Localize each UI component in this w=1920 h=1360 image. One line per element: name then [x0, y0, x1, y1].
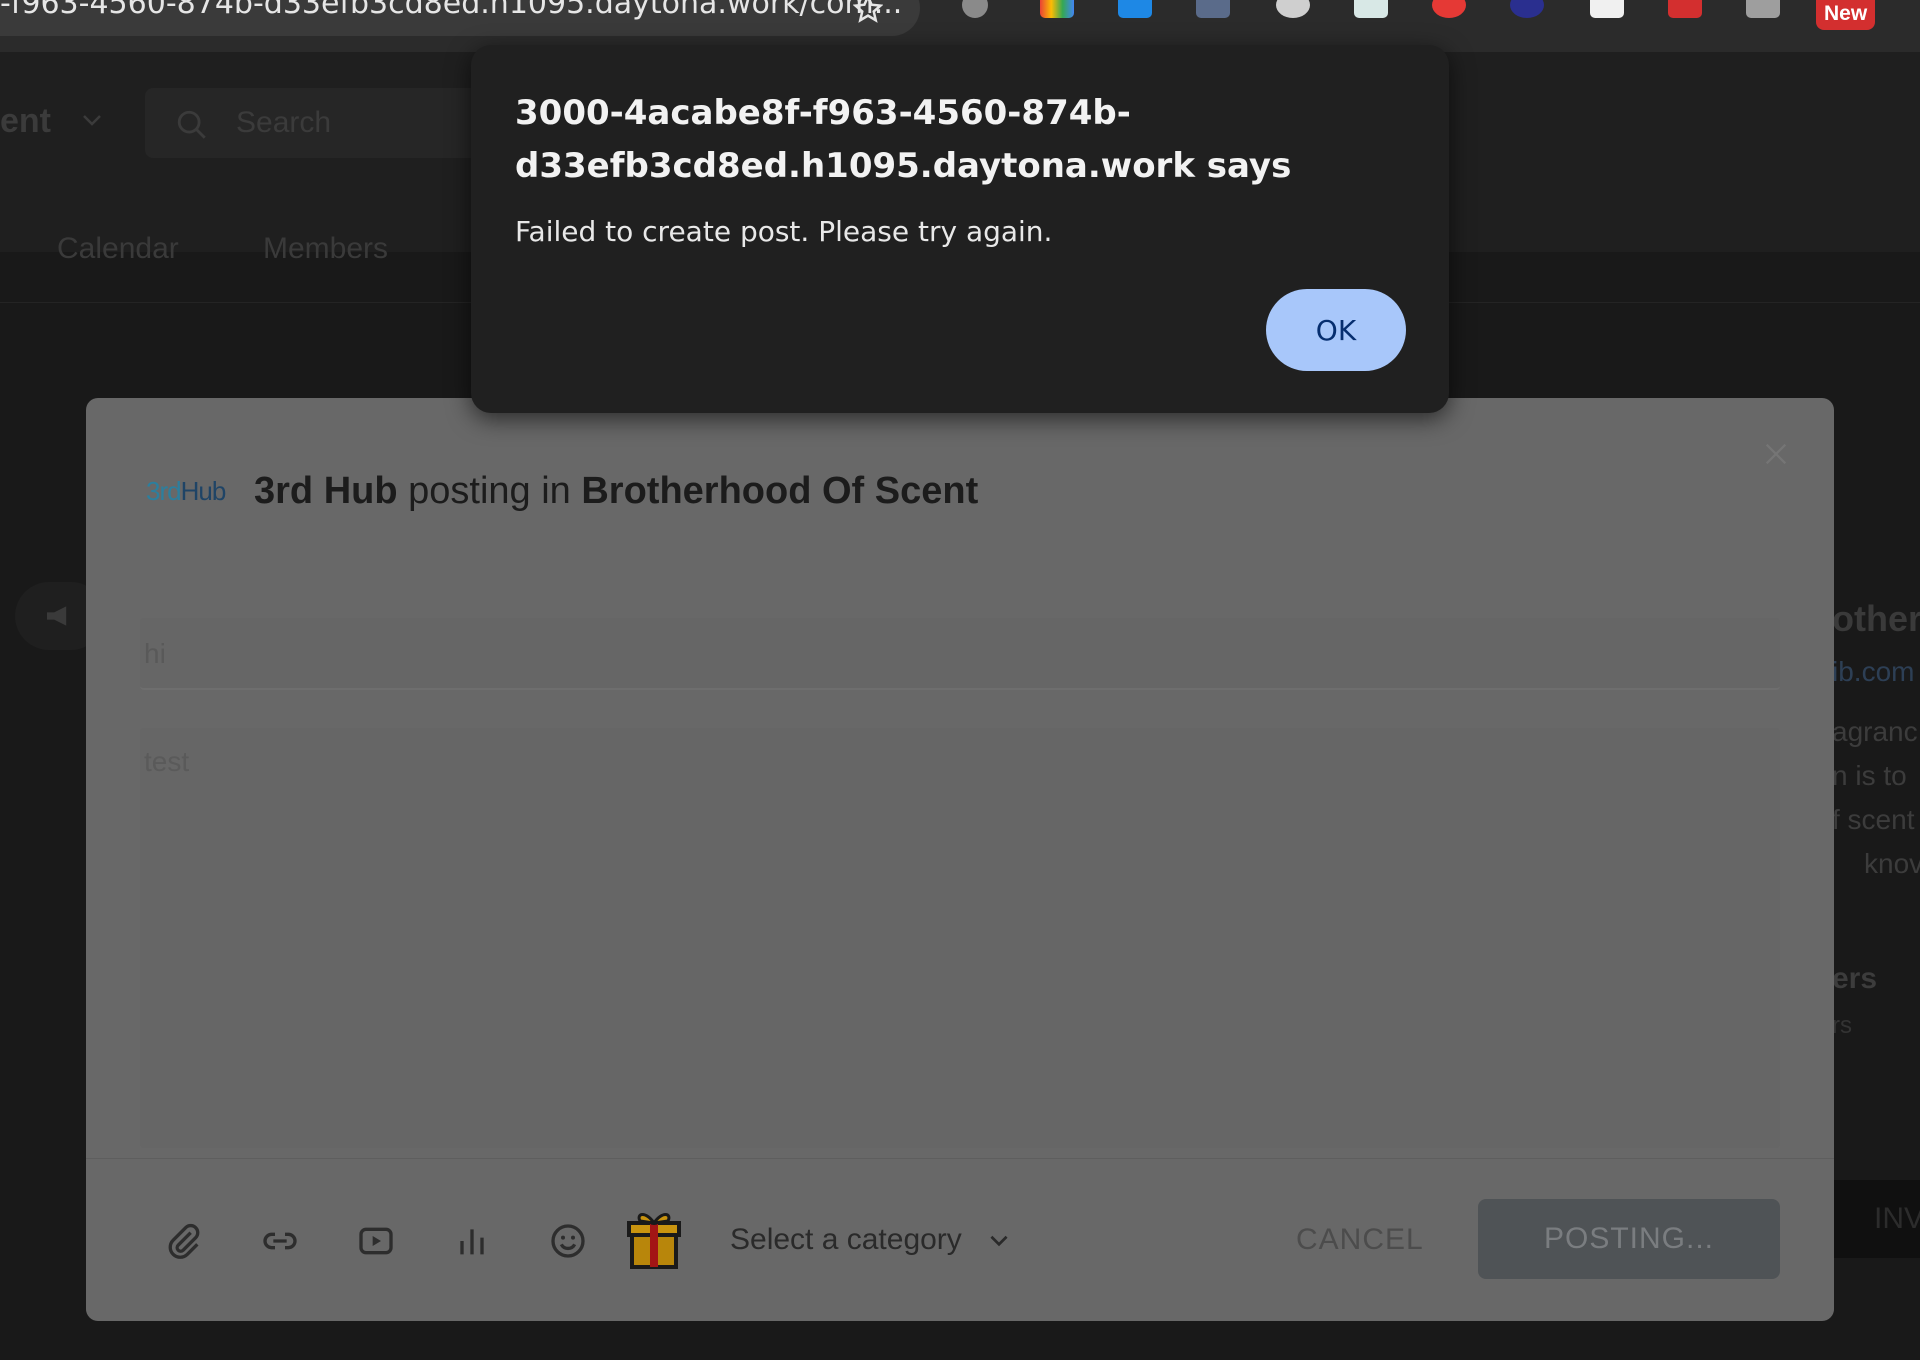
alert-dialog: 3000-4acabe8f-f963-4560-874b-d33efb3cd8e…: [471, 45, 1449, 413]
extension-feather-icon[interactable]: [962, 0, 988, 18]
extension-bug-icon[interactable]: [1668, 0, 1702, 18]
logo-text-3rd: 3rd: [146, 476, 182, 506]
invite-button-label: INV: [1874, 1202, 1920, 1235]
extension-e-icon[interactable]: [1354, 0, 1388, 18]
post-body-textarea[interactable]: test: [140, 728, 1780, 1148]
search-icon: [177, 110, 206, 139]
author-name: 3rd Hub: [254, 470, 398, 512]
gift-icon[interactable]: [626, 1207, 682, 1271]
attachment-icon[interactable]: [164, 1221, 204, 1261]
posting-in-text: posting in: [408, 470, 571, 512]
poll-icon[interactable]: [452, 1221, 492, 1261]
megaphone-icon: [47, 606, 67, 626]
chevron-down-icon[interactable]: [986, 1227, 1012, 1253]
chevron-down-icon[interactable]: [80, 108, 104, 132]
sidebar-link[interactable]: ib.com: [1832, 656, 1914, 688]
emoji-icon[interactable]: [548, 1221, 588, 1261]
alert-title: 3000-4acabe8f-f963-4560-874b-d33efb3cd8e…: [515, 93, 1292, 186]
extension-colored-cloud-icon[interactable]: [1040, 0, 1074, 18]
right-sidebar-peek: other ib.com agranc n is to f scent knov…: [1832, 368, 1920, 1288]
link-icon[interactable]: [260, 1221, 300, 1261]
ok-button[interactable]: OK: [1266, 289, 1406, 371]
new-badge[interactable]: New: [1816, 0, 1876, 30]
alert-message: Failed to create post. Please try again.: [515, 215, 1053, 248]
community-name: Brotherhood Of Scent: [581, 470, 979, 512]
close-icon[interactable]: [1762, 440, 1790, 468]
extension-face-icon[interactable]: [1590, 0, 1624, 18]
community-title: ent: [0, 102, 51, 140]
extension-bubbles-icon[interactable]: [1276, 0, 1310, 18]
post-body-value: test: [144, 746, 190, 777]
video-icon[interactable]: [356, 1221, 396, 1261]
extension-lines-icon[interactable]: [1196, 0, 1230, 18]
extension-book-icon[interactable]: [1118, 0, 1152, 18]
tab-members[interactable]: Members: [263, 232, 388, 266]
logo-text-hub: Hub: [180, 476, 227, 506]
extension-code-icon[interactable]: [1746, 0, 1780, 18]
sidebar-heading: other: [1832, 598, 1920, 639]
post-title-value: hi: [144, 638, 166, 669]
sidebar-desc-3: f scent: [1832, 804, 1915, 835]
posting-button[interactable]: POSTING...: [1478, 1199, 1780, 1279]
category-select[interactable]: Select a category: [730, 1223, 962, 1257]
post-title-input[interactable]: hi: [140, 618, 1780, 690]
bookmark-star-icon[interactable]: [853, 0, 883, 24]
create-post-modal: 3rdHub 3rd Hub posting in Brotherhood Of…: [86, 398, 1834, 1321]
tab-calendar[interactable]: Calendar: [57, 232, 179, 266]
search-placeholder: Search: [236, 106, 332, 139]
sidebar-desc-2: n is to: [1832, 760, 1907, 791]
extension-abp-icon[interactable]: [1432, 0, 1466, 18]
sidebar-desc-1: agranc: [1832, 716, 1918, 747]
sidebar-members-heading: ers: [1832, 962, 1878, 995]
posting-header: 3rd Hub posting in Brotherhood Of Scent: [254, 470, 978, 513]
extension-fox-icon[interactable]: [1510, 0, 1544, 18]
sidebar-members-count: rs: [1832, 1012, 1852, 1039]
community-logo: 3rdHub: [146, 476, 227, 507]
address-bar-url[interactable]: -f963-4560-874b-d33efb3cd8ed.h1095.dayto…: [0, 0, 902, 21]
cancel-button[interactable]: CANCEL: [1296, 1223, 1424, 1257]
modal-footer: Select a category CANCEL POSTING...: [86, 1158, 1834, 1321]
sidebar-desc-4: knov: [1864, 848, 1920, 879]
